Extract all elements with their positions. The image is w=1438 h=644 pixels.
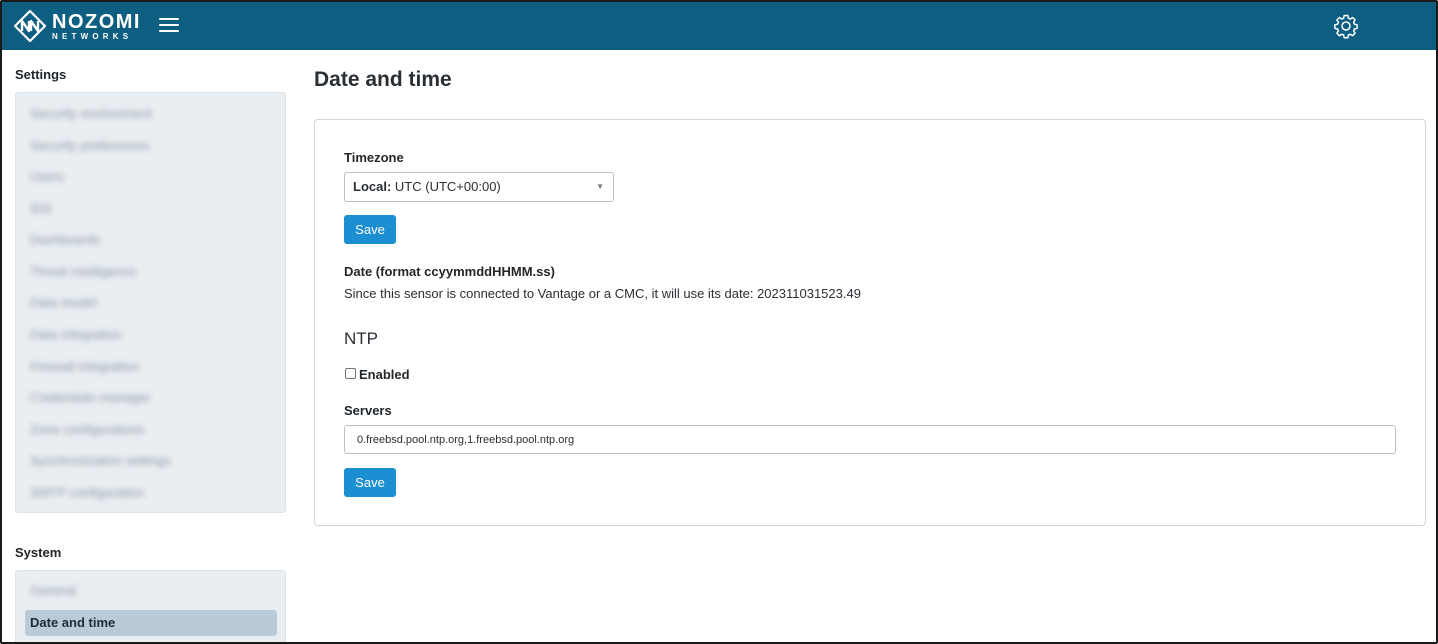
date-format-label: Date (format ccyymmddHHMM.ss) [344, 264, 555, 279]
timezone-value: UTC (UTC+00:00) [394, 179, 501, 194]
settings-section-title: Settings [15, 67, 67, 82]
date-info-text: Since this sensor is connected to Vantag… [344, 286, 861, 301]
ntp-heading: NTP [344, 329, 378, 348]
sidebar-item-threat-intelligence[interactable]: Threat intelligence [26, 260, 136, 284]
sidebar-item-data-model[interactable]: Data model [26, 291, 96, 315]
date-time-card: Timezone Local: UTC (UTC+00:00) ▼ Save D… [314, 119, 1426, 526]
save-ntp-button[interactable]: Save [344, 468, 396, 497]
servers-label: Servers [344, 403, 392, 418]
sidebar-item-data-integration[interactable]: Data integration [26, 323, 122, 347]
sidebar-item-zone-configurations[interactable]: Zone configurations [26, 418, 144, 442]
brand-subtitle: NETWORKS [52, 31, 133, 41]
timezone-select[interactable]: Local: UTC (UTC+00:00) ▼ [344, 172, 614, 202]
sidebar-item-synchronization-settings[interactable]: Synchronization settings [26, 449, 171, 473]
ntp-enabled-label[interactable]: Enabled [359, 367, 410, 382]
sidebar-item-security-environment[interactable]: Security environment [26, 102, 152, 126]
sidebar-item-smtp-configuration[interactable]: SMTP configuration [26, 481, 144, 505]
hamburger-menu-icon[interactable] [159, 17, 179, 33]
settings-menu: Security environment Security preference… [15, 92, 286, 513]
sidebar-item-dashboards[interactable]: Dashboards [26, 228, 100, 252]
page-title: Date and time [314, 68, 452, 91]
brand-wordmark: NOZOMI NETWORKS [52, 12, 141, 41]
sidebar-item-ids[interactable]: IDS [26, 197, 52, 221]
top-bar: NOZOMI NETWORKS [2, 2, 1436, 50]
brand-logo[interactable]: NOZOMI NETWORKS [14, 10, 141, 42]
sidebar-item-firewall-integration[interactable]: Firewall integration [26, 355, 139, 379]
system-menu: General Date and time [15, 570, 286, 642]
timezone-prefix: Local: [353, 179, 392, 194]
sidebar-item-date-and-time[interactable]: Date and time [25, 610, 277, 636]
nozomi-logo-icon [14, 10, 46, 42]
ntp-servers-input[interactable] [344, 425, 1396, 454]
system-section-title: System [15, 545, 62, 560]
gear-icon[interactable] [1333, 13, 1359, 39]
app-window: NOZOMI NETWORKS Settings Security enviro… [0, 0, 1438, 644]
timezone-label: Timezone [344, 150, 404, 165]
sidebar-item-credentials-manager[interactable]: Credentials manager [26, 386, 151, 410]
brand-name: NOZOMI [52, 10, 141, 33]
sidebar-item-general[interactable]: General [26, 579, 76, 603]
sidebar-item-security-preferences[interactable]: Security preferences [26, 134, 149, 158]
sidebar-item-users[interactable]: Users [26, 165, 64, 189]
ntp-enabled-checkbox[interactable] [345, 368, 356, 379]
chevron-down-icon: ▼ [596, 182, 604, 191]
save-timezone-button[interactable]: Save [344, 215, 396, 244]
